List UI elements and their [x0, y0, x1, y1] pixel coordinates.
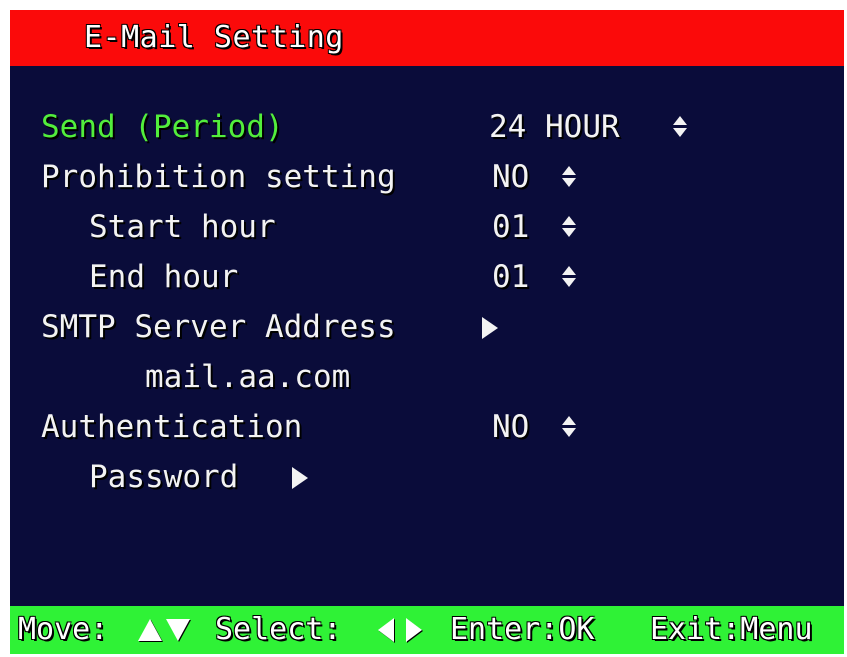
start-hour-label: Start hour [89, 209, 276, 245]
up-down-arrows-icon[interactable] [561, 216, 577, 240]
arrow-right-icon[interactable] [292, 467, 308, 489]
page-title: E-Mail Setting [84, 20, 344, 55]
authentication-label: Authentication [41, 409, 303, 445]
help-select-label: Select: [215, 612, 342, 647]
smtp-server-value-row: mail.aa.com [10, 357, 844, 397]
help-enter-label: Enter:OK [450, 612, 595, 647]
help-exit-label: Exit:Menu [650, 612, 813, 647]
osd-screen: E-Mail Setting Send (Period) 24 HOUR Pro… [10, 10, 844, 654]
password-label: Password [89, 459, 239, 495]
up-down-arrows-icon[interactable] [672, 116, 688, 140]
help-bar: Move: Select: Enter:OK Exit:Menu [10, 606, 844, 654]
triangle-left-icon [378, 618, 394, 642]
arrow-right-icon[interactable] [482, 317, 498, 339]
triangle-right-icon [406, 618, 422, 642]
triangle-up-icon [138, 619, 162, 641]
menu-item-start-hour[interactable]: Start hour 01 [10, 207, 844, 247]
menu-item-end-hour[interactable]: End hour 01 [10, 257, 844, 297]
smtp-server-label: SMTP Server Address [41, 309, 396, 345]
triangle-down-icon [166, 619, 190, 641]
menu-item-send-period[interactable]: Send (Period) 24 HOUR [10, 107, 844, 147]
menu-item-prohibition-setting[interactable]: Prohibition setting NO [10, 157, 844, 197]
send-period-value[interactable]: 24 HOUR [489, 107, 620, 147]
help-move-label: Move: [18, 612, 109, 647]
prohibition-value[interactable]: NO [492, 157, 529, 197]
up-down-arrows-icon[interactable] [561, 266, 577, 290]
authentication-value[interactable]: NO [492, 407, 529, 447]
menu-item-authentication[interactable]: Authentication NO [10, 407, 844, 447]
menu-item-password[interactable]: Password [10, 457, 844, 497]
prohibition-label: Prohibition setting [41, 159, 396, 195]
up-down-arrows-icon[interactable] [561, 416, 577, 440]
end-hour-label: End hour [89, 259, 239, 295]
end-hour-value[interactable]: 01 [492, 257, 529, 297]
smtp-server-value: mail.aa.com [145, 359, 351, 395]
send-period-label: Send (Period) [41, 109, 284, 145]
menu-item-smtp-server[interactable]: SMTP Server Address [10, 307, 844, 347]
up-down-arrows-icon[interactable] [561, 166, 577, 190]
title-bar: E-Mail Setting [10, 10, 844, 66]
start-hour-value[interactable]: 01 [492, 207, 529, 247]
